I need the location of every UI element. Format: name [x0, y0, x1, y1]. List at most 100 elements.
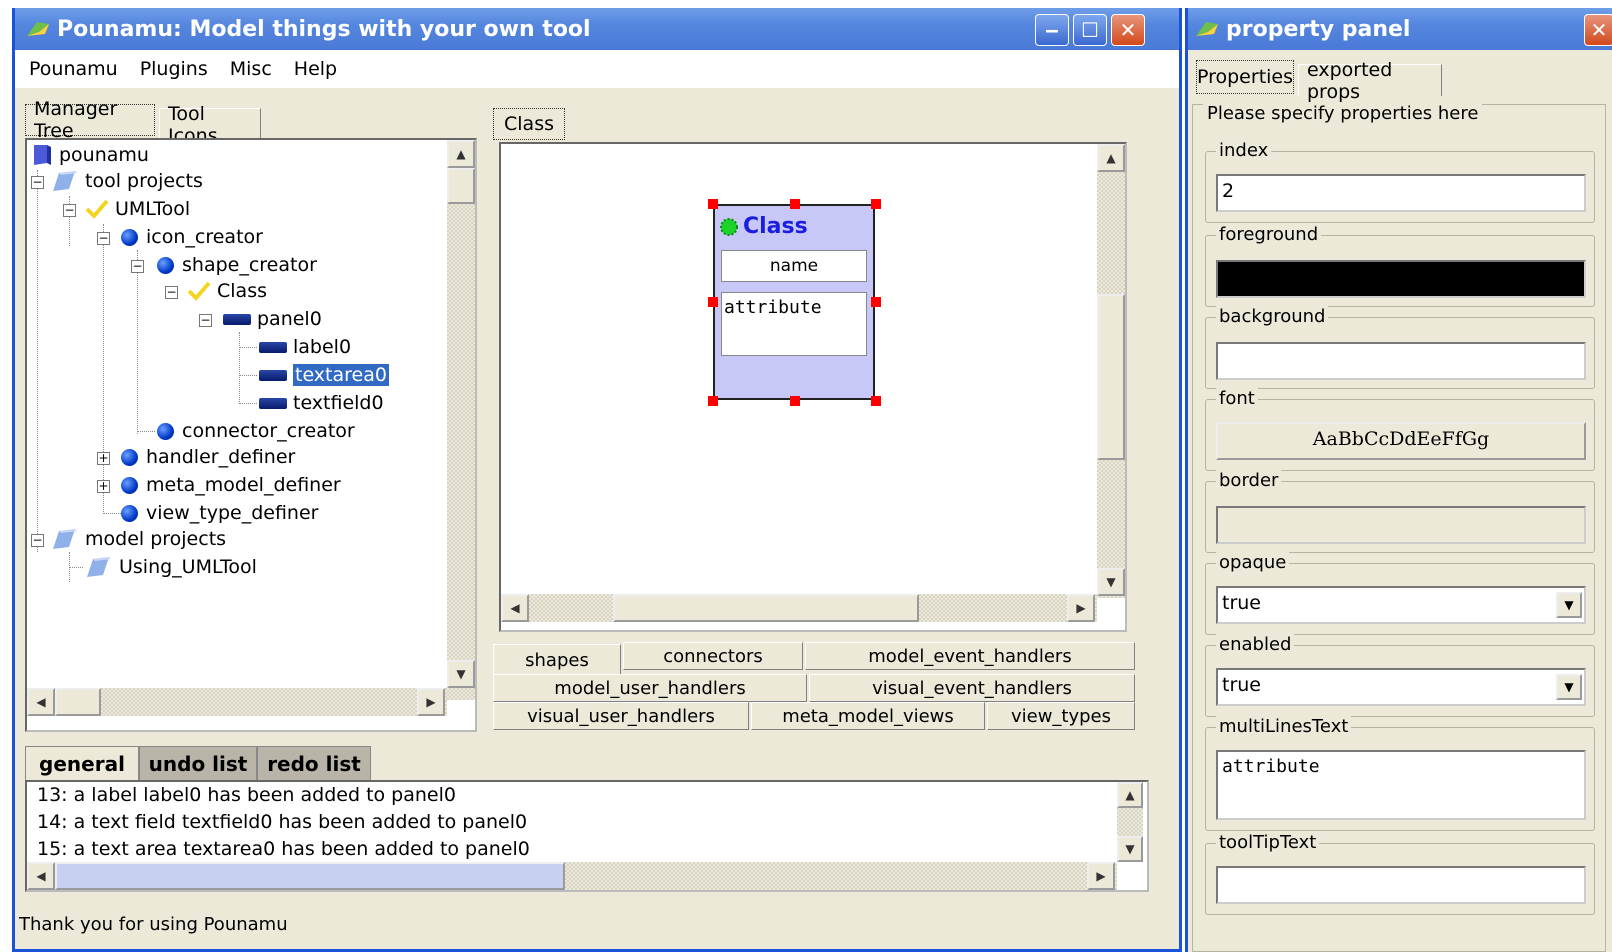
scroll-right-icon[interactable]: ▶ [1067, 594, 1095, 622]
collapse-icon[interactable]: − [97, 232, 110, 245]
tree-node-meta-model-definer[interactable]: meta_model_definer [121, 472, 341, 498]
tree-horizontal-scrollbar[interactable]: ◀ ▶ [27, 688, 447, 716]
menu-pounamu[interactable]: Pounamu [29, 58, 118, 80]
menu-help[interactable]: Help [294, 58, 337, 80]
class-shape[interactable]: Class name attribute [713, 204, 875, 400]
scroll-right-icon[interactable]: ▶ [417, 688, 445, 716]
tree-view[interactable]: pounamu − tool projects − UMLTool − icon… [25, 138, 477, 732]
class-name-field[interactable]: name [721, 250, 867, 282]
collapse-icon[interactable]: − [31, 176, 44, 189]
tab-manager-tree[interactable]: Manager Tree [25, 98, 155, 142]
tooltiptext-input[interactable] [1216, 866, 1586, 904]
tree-vertical-scrollbar[interactable]: ▲ ▼ [447, 140, 475, 700]
tab-shapes[interactable]: shapes [493, 644, 621, 676]
tree-node-textfield0[interactable]: textfield0 [259, 390, 384, 416]
log-vertical-scrollbar[interactable]: ▲ ▼ [1117, 782, 1143, 862]
tree-node-using-umltool[interactable]: Using_UMLTool [85, 554, 257, 580]
enabled-select[interactable]: true ▼ [1216, 668, 1586, 706]
scroll-down-icon[interactable]: ▼ [1097, 568, 1125, 596]
tab-general[interactable]: general [25, 746, 139, 780]
multilinestext-area[interactable]: attribute [1216, 750, 1586, 820]
class-attribute-area[interactable]: attribute [721, 292, 867, 356]
tree-node-connector-creator[interactable]: connector_creator [157, 418, 355, 444]
resize-handle[interactable] [871, 199, 881, 209]
resize-handle[interactable] [790, 199, 800, 209]
close-button[interactable]: ✕ [1111, 14, 1145, 46]
collapse-icon[interactable]: − [131, 260, 144, 273]
scroll-right-icon[interactable]: ▶ [1087, 862, 1115, 890]
dropdown-arrow-icon[interactable]: ▼ [1556, 674, 1582, 700]
tree-node-pounamu[interactable]: pounamu [31, 142, 149, 168]
canvas-horizontal-scrollbar[interactable]: ◀ ▶ [501, 594, 1097, 622]
tree-node-shape-creator[interactable]: shape_creator [157, 252, 317, 278]
tab-redo-list[interactable]: redo list [257, 746, 371, 780]
index-input[interactable]: 2 [1216, 174, 1586, 212]
tab-meta-model-views[interactable]: meta_model_views [751, 702, 985, 730]
resize-handle[interactable] [708, 199, 718, 209]
log-horizontal-scrollbar[interactable]: ◀ ▶ [27, 862, 1117, 890]
tab-class-view[interactable]: Class [493, 108, 565, 140]
tree-node-umltool[interactable]: UMLTool [85, 196, 190, 222]
menu-misc[interactable]: Misc [230, 58, 272, 80]
resize-handle[interactable] [708, 297, 718, 307]
tree-node-label0[interactable]: label0 [259, 334, 351, 360]
scroll-thumb[interactable] [447, 168, 475, 204]
tab-exported-props[interactable]: exported props [1298, 59, 1442, 103]
scroll-thumb[interactable] [613, 594, 919, 622]
font-chooser-button[interactable]: AaBbCcDdEeFfGg [1216, 422, 1586, 460]
property-close-button[interactable]: ✕ [1584, 14, 1612, 46]
canvas-vertical-scrollbar[interactable]: ▲ ▼ [1097, 144, 1125, 598]
tab-model-event-handlers[interactable]: model_event_handlers [805, 642, 1135, 670]
collapse-icon[interactable]: − [165, 286, 178, 299]
collapse-icon[interactable]: − [31, 534, 44, 547]
drawing-canvas[interactable]: Class name attribute ▲ ▼ ◀ ▶ [499, 142, 1127, 632]
background-color-swatch[interactable] [1216, 342, 1586, 380]
scroll-down-icon[interactable]: ▼ [447, 660, 475, 688]
tree-node-tool-projects[interactable]: tool projects [51, 168, 203, 194]
tree-node-handler-definer[interactable]: handler_definer [121, 444, 295, 470]
maximize-button[interactable]: ☐ [1073, 14, 1107, 46]
resize-handle[interactable] [708, 396, 718, 406]
collapse-icon[interactable]: − [63, 204, 76, 217]
minimize-button[interactable]: ‒ [1035, 14, 1069, 46]
log-list[interactable]: 13: a label label0 has been added to pan… [25, 780, 1149, 892]
tab-visual-event-handlers[interactable]: visual_event_handlers [809, 674, 1135, 702]
tree-node-class[interactable]: Class [187, 278, 267, 304]
tab-model-user-handlers[interactable]: model_user_handlers [493, 674, 807, 702]
tab-view-types[interactable]: view_types [987, 702, 1135, 730]
resize-handle[interactable] [790, 396, 800, 406]
resize-handle[interactable] [871, 297, 881, 307]
tree-node-icon-creator[interactable]: icon_creator [121, 224, 263, 250]
scroll-down-icon[interactable]: ▼ [1117, 836, 1143, 862]
tab-undo-list[interactable]: undo list [139, 746, 257, 780]
tab-visual-user-handlers[interactable]: visual_user_handlers [493, 702, 749, 730]
tab-tool-icons[interactable]: Tool Icons [159, 103, 261, 147]
opaque-select[interactable]: true ▼ [1216, 586, 1586, 624]
scroll-up-icon[interactable]: ▲ [1117, 782, 1143, 808]
scroll-up-icon[interactable]: ▲ [447, 140, 475, 168]
tab-properties[interactable]: Properties [1196, 60, 1294, 94]
tab-connectors[interactable]: connectors [623, 642, 803, 670]
foreground-color-swatch[interactable] [1216, 260, 1586, 298]
scroll-left-icon[interactable]: ◀ [27, 688, 55, 716]
collapse-icon[interactable]: − [199, 314, 212, 327]
scroll-thumb[interactable] [55, 688, 101, 716]
multilinestext-label: multiLinesText [1216, 716, 1352, 737]
tree-node-panel0[interactable]: panel0 [223, 306, 322, 332]
tree-node-textarea0[interactable]: textarea0 [259, 362, 390, 388]
scroll-up-icon[interactable]: ▲ [1097, 144, 1125, 172]
scroll-thumb[interactable] [1097, 294, 1125, 460]
dropdown-arrow-icon[interactable]: ▼ [1556, 592, 1582, 618]
border-field[interactable] [1216, 506, 1586, 544]
expand-icon[interactable]: + [97, 452, 110, 465]
expand-icon[interactable]: + [97, 480, 110, 493]
menu-plugins[interactable]: Plugins [140, 58, 208, 80]
scroll-left-icon[interactable]: ◀ [27, 862, 55, 890]
tree-node-view-type-definer[interactable]: view_type_definer [121, 500, 318, 526]
resize-handle[interactable] [871, 396, 881, 406]
main-titlebar[interactable]: Pounamu: Model things with your own tool [15, 8, 1179, 50]
property-panel-titlebar[interactable]: property panel [1188, 8, 1612, 50]
scroll-thumb[interactable] [55, 862, 565, 890]
scroll-left-icon[interactable]: ◀ [501, 594, 529, 622]
tree-node-model-projects[interactable]: model projects [51, 526, 226, 552]
